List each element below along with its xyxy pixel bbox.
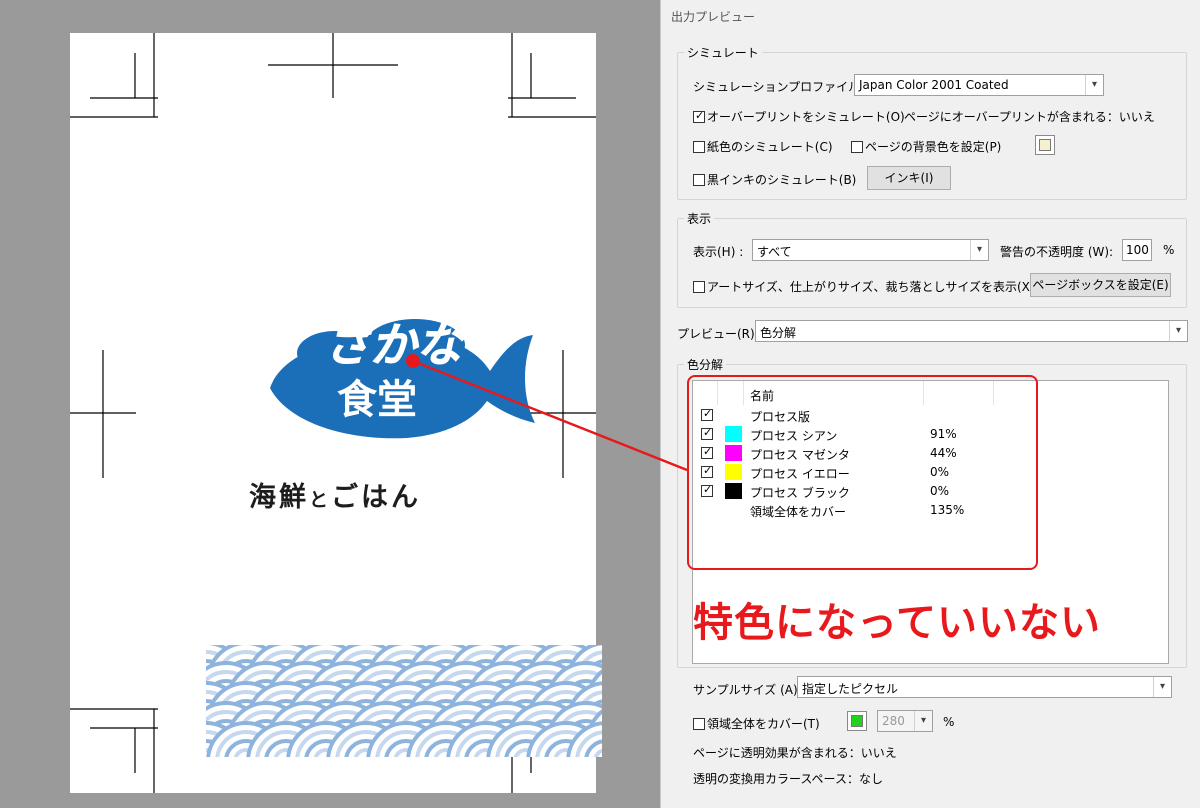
- annotation-text: 特色になっていいない: [693, 600, 1101, 646]
- annotation-highlight-box: [687, 375, 1038, 570]
